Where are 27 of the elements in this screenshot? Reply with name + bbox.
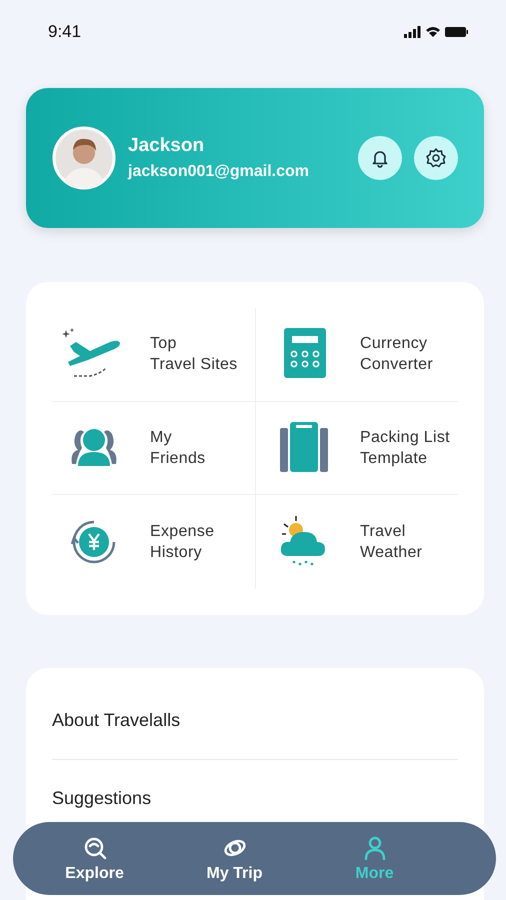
settings-button[interactable] [414,136,458,180]
bell-icon [370,148,390,168]
status-time: 9:41 [48,22,82,42]
avatar [52,126,116,190]
feature-label: Currency Converter [360,334,433,376]
feature-label: My Friends [150,428,206,469]
signal-icon [404,26,420,38]
notifications-button[interactable] [358,136,402,180]
battery-icon [445,27,468,37]
wifi-icon [426,27,440,37]
feature-label: Packing List Template [360,428,450,469]
feature-item[interactable]: Expense History [52,495,255,589]
feature-item[interactable]: My Friends [52,402,255,496]
feature-item[interactable]: Packing List Template [255,402,458,496]
menu-item[interactable]: Suggestions [52,774,458,811]
user-name: Jackson [128,135,206,157]
feature-item[interactable]: Currency Converter [255,308,458,402]
feature-label: Expense History [150,522,214,564]
feature-label: Top Travel Sites [150,334,238,376]
menu-item[interactable]: About Travelalls [52,696,458,760]
nav-tab[interactable]: My Trip [184,822,284,895]
feature-item[interactable]: Travel Weather [255,495,458,589]
settings-icon [425,147,447,169]
nav-tab[interactable]: Explore [44,822,144,895]
user-email: jackson001@gmail.com [128,163,310,181]
feature-label: Travel Weather [360,522,422,564]
feature-item[interactable]: Top Travel Sites [52,308,255,402]
